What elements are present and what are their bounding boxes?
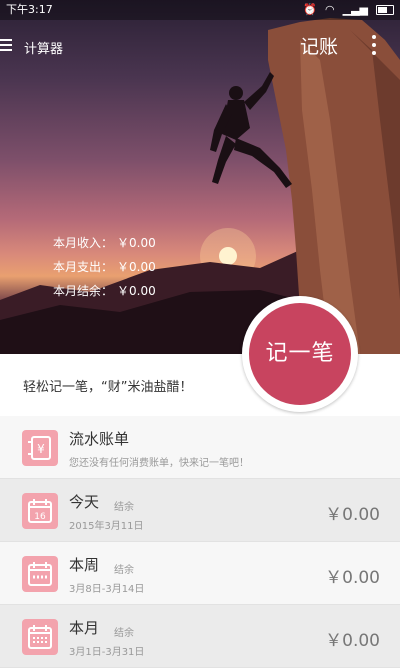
status-time: 下午3:17 <box>6 3 53 16</box>
list-item-tag: 结余 <box>114 628 134 639</box>
wifi-icon: ◠ <box>325 3 335 16</box>
list-item-title: 本月 <box>69 619 100 637</box>
add-record-button[interactable]: 记一笔 <box>249 303 351 405</box>
list-item-subtitle: 您还没有任何消费账单，快来记一笔吧！ <box>69 458 249 469</box>
calculator-link[interactable]: 计算器 <box>24 38 63 57</box>
calendar-day-number: 16 <box>34 512 46 522</box>
battery-icon <box>376 5 394 15</box>
signal-icon: ▁▃▅ <box>342 3 368 16</box>
hamburger-menu-icon[interactable] <box>0 36 14 52</box>
status-icons: ⏰ ◠ ▁▃▅ <box>303 0 394 20</box>
list-item-tag: 结余 <box>114 565 134 576</box>
summary-value: ￥0.00 <box>117 260 156 274</box>
list-item-transactions[interactable]: ¥ 流水账单 您还没有任何消费账单，快来记一笔吧！ <box>0 416 400 479</box>
list-item-title: 今天 <box>69 493 100 511</box>
list-item-amount: ￥0.00 <box>325 631 380 651</box>
list-item-today[interactable]: 16 今天 结余 2015年3月11日 ￥0.00 <box>0 479 400 542</box>
slogan-text: 轻松记一笔，“财”米油盐醋！ <box>23 380 193 395</box>
summary-label: 本月支出： <box>53 260 114 274</box>
calendar-day-icon: 16 <box>22 493 58 529</box>
summary-value: ￥0.00 <box>117 236 156 250</box>
status-bar: 下午3:17 ⏰ ◠ ▁▃▅ <box>0 0 400 20</box>
summary-balance: 本月结余： ￥0.00 <box>53 284 156 308</box>
monthly-summary: 本月收入： ￥0.00 本月支出： ￥0.00 本月结余： ￥0.00 <box>53 236 156 308</box>
more-vert-icon[interactable] <box>372 35 378 57</box>
app-title: 记账 <box>299 36 338 58</box>
hero-banner: 下午3:17 ⏰ ◠ ▁▃▅ 计算器 记账 本月收入： ￥0.00 本月支出： ￥0… <box>0 0 400 354</box>
calendar-week-icon <box>22 556 58 592</box>
list-item-subtitle: 2015年3月11日 <box>69 521 144 532</box>
summary-income: 本月收入： ￥0.00 <box>53 236 156 260</box>
calendar-month-icon <box>22 619 58 655</box>
list-item-amount: ￥0.00 <box>325 568 380 588</box>
list-item-title: 本周 <box>69 556 100 574</box>
list-item-tag: 结余 <box>114 502 134 513</box>
summary-label: 本月收入： <box>53 236 114 250</box>
list-item-week[interactable]: 本周 结余 3月8日-3月14日 ￥0.00 <box>0 542 400 605</box>
list-item-subtitle: 3月8日-3月14日 <box>69 584 145 595</box>
alarm-icon: ⏰ <box>303 3 317 16</box>
svg-text:¥: ¥ <box>37 442 45 456</box>
summary-expense: 本月支出： ￥0.00 <box>53 260 156 284</box>
record-list: ¥ 流水账单 您还没有任何消费账单，快来记一笔吧！ 16 今天 结余 2015年… <box>0 416 400 668</box>
list-item-title: 流水账单 <box>69 430 130 448</box>
list-item-subtitle: 3月1日-3月31日 <box>69 647 145 658</box>
summary-label: 本月结余： <box>53 284 114 298</box>
list-item-month[interactable]: 本月 结余 3月1日-3月31日 ￥0.00 <box>0 605 400 668</box>
wallet-icon: ¥ <box>22 430 58 466</box>
list-item-amount: ￥0.00 <box>325 505 380 525</box>
summary-value: ￥0.00 <box>117 284 156 298</box>
app-bar: 计算器 记账 <box>0 28 400 64</box>
